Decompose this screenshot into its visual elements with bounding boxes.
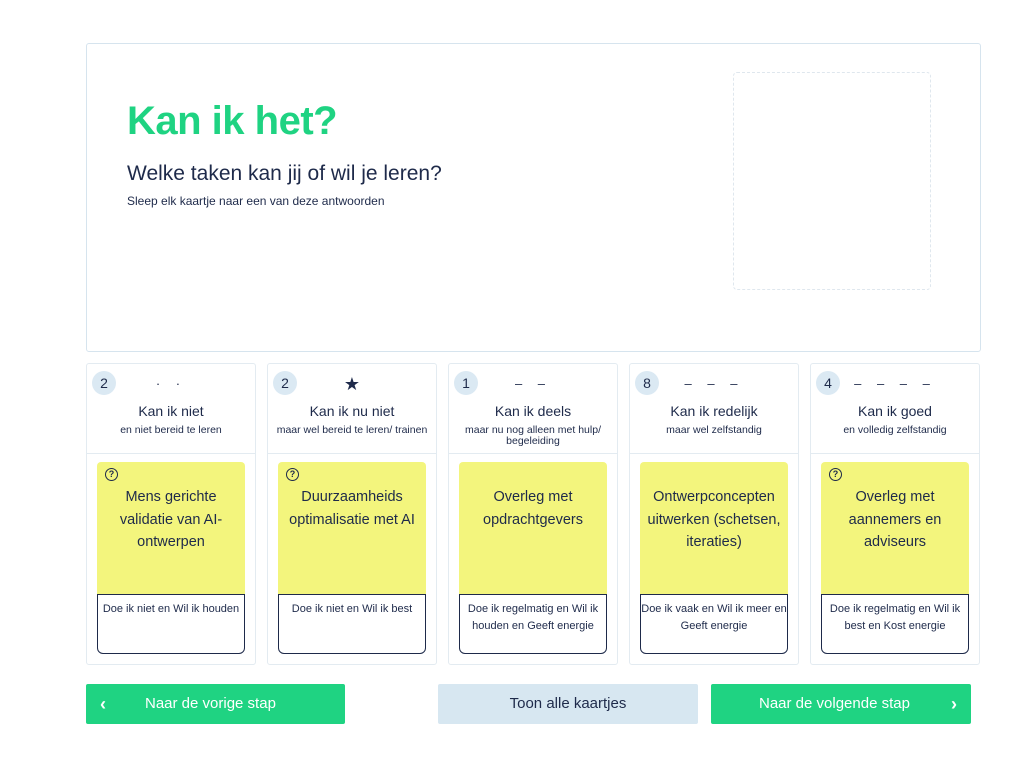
card-text: Duurzaamheids optimalisatie met AI (289, 489, 415, 528)
column-header: 2 · · Kan ik niet en niet bereid te lere… (87, 364, 255, 454)
column-title: Kan ik deels (494, 403, 572, 419)
card-text: Overleg met opdrachtgevers (483, 489, 583, 528)
column-kan-ik-redelijk[interactable]: 8 – – – Kan ik redelijk maar wel zelfsta… (629, 363, 799, 665)
card-face: ? Mens gerichte validatie van AI-ontwerp… (97, 462, 245, 596)
column-kan-ik-nu-niet[interactable]: 2 ★ Kan ik nu niet maar wel bereid te le… (267, 363, 437, 665)
column-subtitle: maar wel bereid te leren/ trainen (276, 424, 428, 436)
level-marks: – – (514, 376, 552, 391)
card-note: Doe ik regelmatig en Wil ik best en Kost… (821, 594, 969, 654)
task-card[interactable]: ? Overleg met aannemers en adviseurs Doe… (821, 462, 969, 654)
column-title: Kan ik goed (858, 403, 932, 419)
column-subtitle: maar wel zelfstandig (666, 424, 762, 436)
card-text: Overleg met aannemers en adviseurs (848, 489, 942, 550)
level-marks: · · (155, 376, 187, 391)
column-header: 4 – – – – Kan ik goed en volledig zelfst… (811, 364, 979, 454)
next-step-label: Naar de volgende stap (759, 695, 910, 712)
column-kan-ik-niet[interactable]: 2 · · Kan ik niet en niet bereid te lere… (86, 363, 256, 665)
instruction-text: Sleep elk kaartje naar een van deze antw… (127, 194, 385, 208)
card-note: Doe ik niet en Wil ik best (278, 594, 426, 654)
previous-step-button[interactable]: ‹ Naar de vorige stap (86, 684, 345, 724)
card-face: Overleg met opdrachtgevers (459, 462, 607, 596)
show-all-cards-button[interactable]: Toon alle kaartjes (438, 684, 698, 724)
column-subtitle: en volledig zelfstandig (843, 424, 947, 436)
card-face: ? Overleg met aannemers en adviseurs (821, 462, 969, 596)
column-kan-ik-goed[interactable]: 4 – – – – Kan ik goed en volledig zelfst… (810, 363, 980, 665)
help-icon[interactable]: ? (105, 468, 118, 481)
level-marks: – – – – (854, 376, 936, 391)
help-icon[interactable]: ? (286, 468, 299, 481)
page-title: Kan ik het? (127, 99, 338, 143)
star-icon: ★ (343, 374, 361, 394)
next-step-button[interactable]: Naar de volgende stap › (711, 684, 971, 724)
column-subtitle: en niet bereid te leren (120, 424, 222, 436)
column-header: 8 – – – Kan ik redelijk maar wel zelfsta… (630, 364, 798, 454)
question-panel: Kan ik het? Welke taken kan jij of wil j… (86, 43, 981, 352)
card-note: Doe ik regelmatig en Wil ik houden en Ge… (459, 594, 607, 654)
task-card[interactable]: ? Mens gerichte validatie van AI-ontwerp… (97, 462, 245, 654)
task-card[interactable]: ? Duurzaamheids optimalisatie met AI Doe… (278, 462, 426, 654)
level-marks: – – – (684, 376, 744, 391)
help-icon[interactable]: ? (829, 468, 842, 481)
card-face: Ontwerpconcepten uitwerken (schetsen, it… (640, 462, 788, 596)
column-kan-ik-deels[interactable]: 1 – – Kan ik deels maar nu nog alleen me… (448, 363, 618, 665)
column-title: Kan ik nu niet (309, 403, 395, 419)
column-title: Kan ik redelijk (670, 403, 758, 419)
question-subtitle: Welke taken kan jij of wil je leren? (127, 162, 442, 185)
column-header: 2 ★ Kan ik nu niet maar wel bereid te le… (268, 364, 436, 454)
task-card[interactable]: Overleg met opdrachtgevers Doe ik regelm… (459, 462, 607, 654)
card-text: Mens gerichte validatie van AI-ontwerpen (119, 489, 223, 550)
card-dropzone[interactable] (733, 72, 931, 290)
card-note: Doe ik vaak en Wil ik meer en Geeft ener… (640, 594, 788, 654)
chevron-left-icon: ‹ (100, 694, 106, 714)
column-title: Kan ik niet (138, 403, 204, 419)
column-header: 1 – – Kan ik deels maar nu nog alleen me… (449, 364, 617, 454)
card-note: Doe ik niet en Wil ik houden (97, 594, 245, 654)
card-text: Ontwerpconcepten uitwerken (schetsen, it… (647, 489, 781, 550)
column-subtitle: maar nu nog alleen met hulp/ begeleiding (464, 424, 601, 447)
task-card[interactable]: Ontwerpconcepten uitwerken (schetsen, it… (640, 462, 788, 654)
chevron-right-icon: › (951, 694, 957, 714)
card-face: ? Duurzaamheids optimalisatie met AI (278, 462, 426, 596)
previous-step-label: Naar de vorige stap (145, 695, 276, 712)
